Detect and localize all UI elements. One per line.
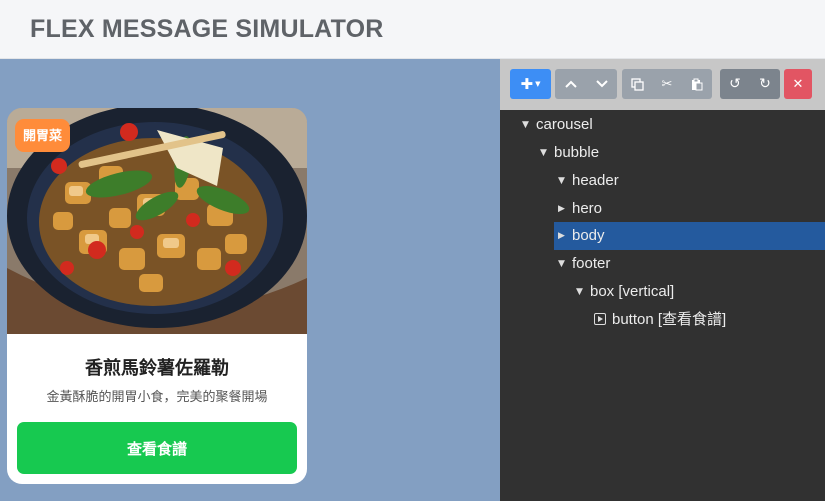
caret-right-icon: ▶ (558, 204, 565, 215)
view-recipe-button[interactable]: 查看食譜 (17, 422, 297, 474)
tree-node-hero[interactable]: ▶ hero (558, 195, 602, 223)
tree-node-box[interactable]: ▼ box [vertical] (576, 278, 674, 306)
move-up-button[interactable] (555, 69, 586, 99)
tree-node-label: hero (572, 200, 603, 217)
close-icon: ✕ (792, 76, 804, 92)
plus-icon: ✚ (520, 75, 534, 93)
scissors-icon: ✂ (661, 76, 673, 92)
cut-button[interactable]: ✂ (652, 69, 682, 99)
caret-down-icon: ▼ (558, 259, 565, 270)
play-square-icon (594, 313, 606, 326)
hero-image: 開胃菜 (7, 108, 307, 334)
tree-node-bubble[interactable]: ▼ bubble (540, 139, 599, 167)
tree-node-label: bubble (554, 144, 600, 161)
paste-icon (692, 78, 703, 90)
tree-node-label: footer (572, 255, 611, 272)
undo-icon: ↺ (729, 76, 741, 92)
tree-node-carousel[interactable]: ▼ carousel (522, 111, 593, 139)
redo-button[interactable]: ↻ (750, 69, 780, 99)
chevron-up-icon (564, 80, 577, 88)
tree-toolbar: ✚ ▼ ✂ ↺ ↻ ✕ (500, 59, 825, 110)
dish-title: 香煎馬鈴薯佐羅勒 (85, 358, 229, 378)
caret-down-icon: ▼ (522, 120, 529, 131)
paste-button[interactable] (682, 69, 712, 99)
chevron-down-icon (595, 80, 608, 88)
add-button[interactable]: ✚ ▼ (510, 69, 551, 99)
redo-icon: ↻ (759, 76, 771, 92)
caret-right-icon: ▶ (558, 231, 565, 242)
copy-button[interactable] (622, 69, 652, 99)
tree-panel: ✚ ▼ ✂ ↺ ↻ ✕ ▼ carousel ▼ bubble ▼ header… (500, 59, 825, 501)
tree-node-label: box [vertical] (590, 283, 675, 300)
tree-node-header[interactable]: ▼ header (558, 167, 619, 195)
move-down-button[interactable] (586, 69, 617, 99)
tree-node-body[interactable]: ▶ body (554, 222, 825, 250)
dropdown-caret-icon: ▼ (535, 80, 541, 88)
tree-node-button[interactable]: button [查看食譜] (594, 306, 726, 334)
delete-button[interactable]: ✕ (784, 69, 812, 99)
caret-down-icon: ▼ (558, 176, 565, 187)
tree-node-label: body (572, 227, 605, 244)
app-title: FLEX MESSAGE SIMULATOR (30, 15, 384, 43)
tree-node-label: carousel (536, 116, 593, 133)
preview-area: 開胃菜 香煎馬鈴薯佐羅勒 金黃酥脆的開胃小食，完美的聚餐開場 查看食譜 (0, 59, 500, 501)
tree-node-label: button [查看食譜] (612, 311, 727, 328)
undo-button[interactable]: ↺ (720, 69, 750, 99)
bubble-card: 開胃菜 香煎馬鈴薯佐羅勒 金黃酥脆的開胃小食，完美的聚餐開場 查看食譜 (7, 108, 307, 484)
caret-down-icon: ▼ (540, 148, 547, 159)
dish-description: 金黃酥脆的開胃小食，完美的聚餐開場 (46, 389, 268, 404)
tree-node-footer[interactable]: ▼ footer (558, 250, 610, 278)
app-header: FLEX MESSAGE SIMULATOR (0, 0, 825, 59)
copy-icon (630, 77, 644, 91)
caret-down-icon: ▼ (576, 287, 583, 298)
tree-node-label: header (572, 172, 619, 189)
category-badge: 開胃菜 (15, 119, 71, 152)
